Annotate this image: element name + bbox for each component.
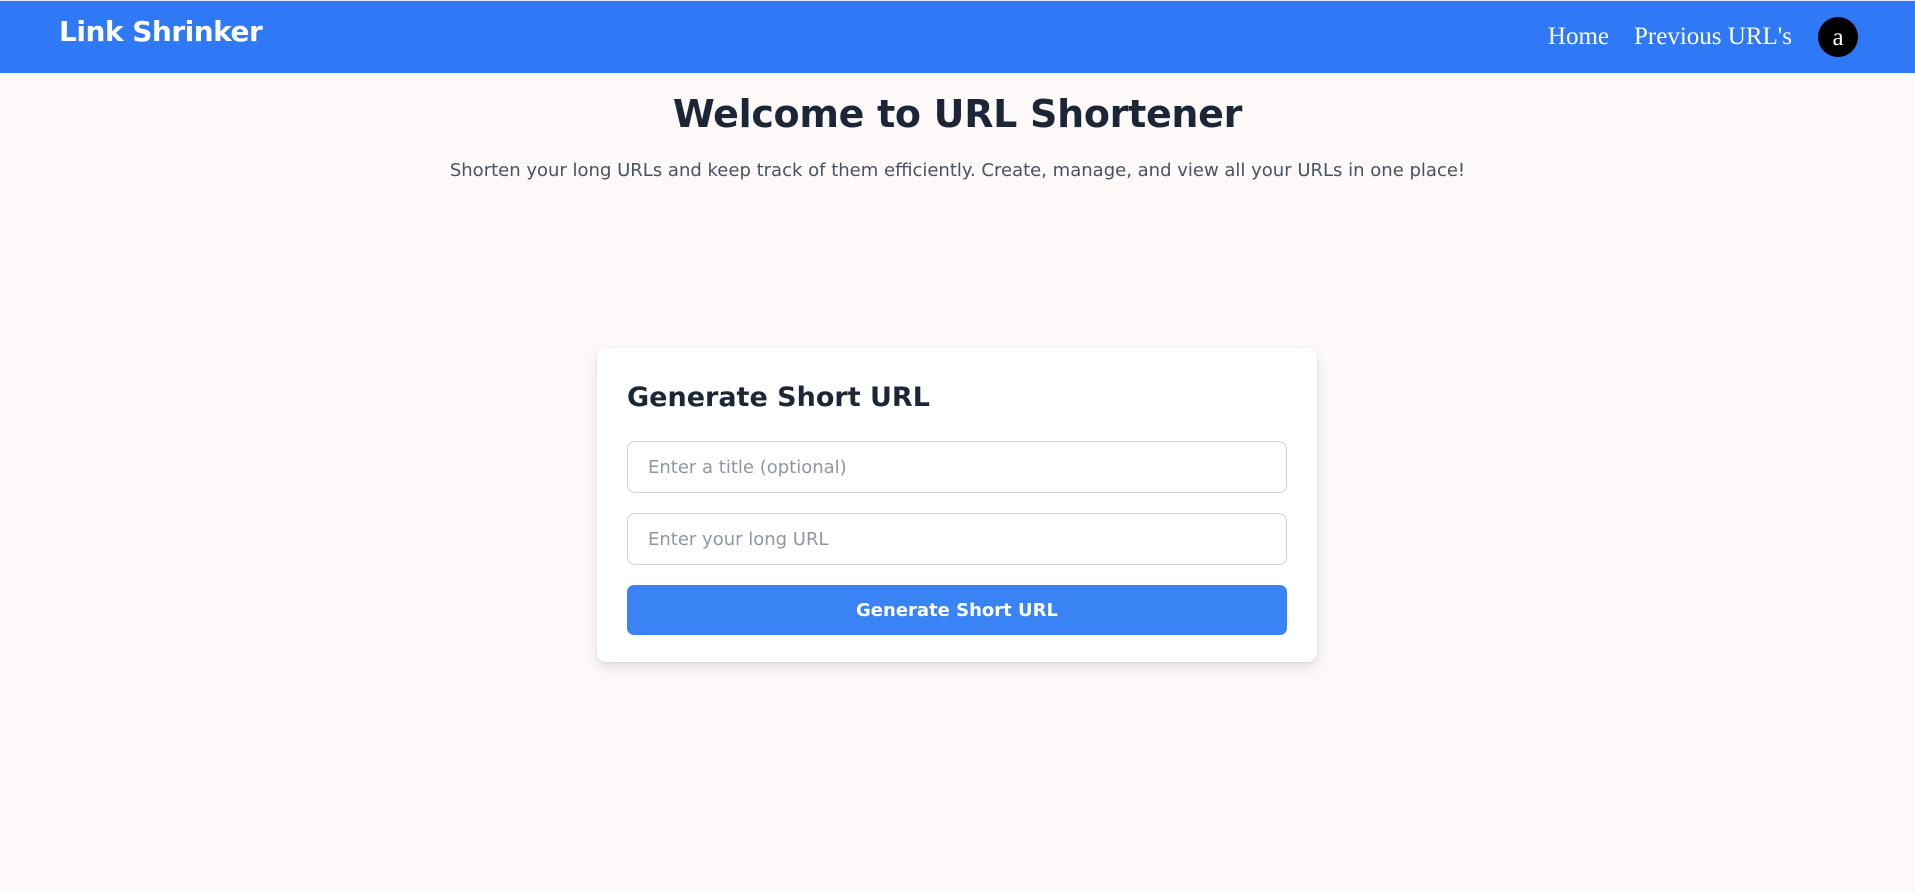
hero-section: Welcome to URL Shortener Shorten your lo… [0,92,1915,181]
nav-link-previous-urls[interactable]: Previous URL's [1634,23,1792,51]
generate-short-url-button[interactable]: Generate Short URL [627,585,1287,635]
page-subtitle: Shorten your long URLs and keep track of… [449,160,1466,181]
long-url-input[interactable] [627,513,1287,565]
user-avatar[interactable]: a [1818,17,1858,57]
nav-link-home[interactable]: Home [1548,23,1609,51]
card-title: Generate Short URL [627,382,930,413]
title-input[interactable] [627,441,1287,493]
shorten-url-card: Generate Short URL Generate Short URL [597,348,1317,662]
brand-logo[interactable]: Link Shrinker [59,15,263,48]
nav-links: Home Previous URL's a [1523,17,1858,57]
page-title: Welcome to URL Shortener [672,92,1243,136]
top-navbar: Link Shrinker Home Previous URL's a [0,0,1915,73]
